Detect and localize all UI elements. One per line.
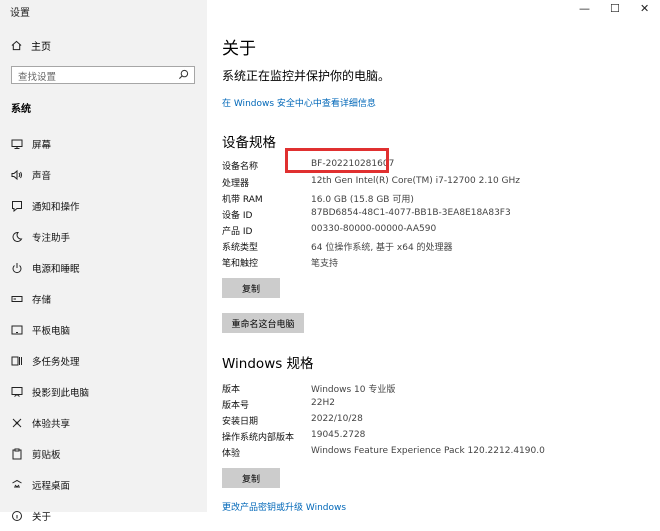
spec-row-experience: 体验 Windows Feature Experience Pack 120.2… (222, 446, 642, 460)
sidebar-item-label: 剪贴板 (32, 449, 61, 461)
sidebar-item-display[interactable]: 屏幕 (0, 128, 207, 159)
red-highlight-box (285, 148, 389, 173)
sidebar-item-label: 投影到此电脑 (32, 387, 90, 399)
spec-row-edition: 版本 Windows 10 专业版 (222, 382, 642, 396)
sidebar-item-label: 平板电脑 (32, 325, 71, 337)
sidebar-item-sound[interactable]: 声音 (0, 159, 207, 190)
share-icon (11, 417, 23, 429)
clipboard-icon (11, 448, 23, 460)
sidebar-item-shared-experiences[interactable]: 体验共享 (0, 407, 207, 438)
home-nav-item[interactable]: 主页 (11, 38, 51, 53)
search-placeholder: 查找设置 (18, 72, 57, 83)
maximize-button[interactable]: ☐ (610, 2, 620, 15)
device-specs-heading: 设备规格 (222, 135, 276, 151)
minimize-button[interactable]: — (579, 2, 590, 15)
copy-windows-specs-button[interactable]: 复制 (222, 468, 280, 488)
spec-row-pen-touch: 笔和触控 笔支持 (222, 256, 642, 270)
sidebar-item-about[interactable]: 关于 (0, 500, 207, 531)
storage-icon (11, 293, 23, 305)
page-title: 关于 (222, 39, 256, 59)
spec-value: 64 位操作系统, 基于 x64 的处理器 (311, 243, 453, 253)
spec-value: 16.0 GB (15.8 GB 可用) (311, 195, 414, 205)
moon-icon (11, 231, 23, 243)
remote-desktop-icon (11, 479, 23, 491)
section-label-system: 系统 (11, 104, 31, 115)
search-input[interactable]: 查找设置 (11, 66, 195, 84)
spec-key: 安装日期 (222, 417, 259, 427)
spec-row-version: 版本号 22H2 (222, 398, 642, 412)
sidebar-item-label: 体验共享 (32, 418, 71, 430)
spec-value: 00330-80000-00000-AA590 (311, 224, 437, 234)
spec-key: 体验 (222, 449, 241, 459)
sidebar: 设置 主页 查找设置 系统 屏幕 声音 通知和操作 专注助手 电源和睡眠 存储 … (0, 0, 207, 523)
spec-key: 系统类型 (222, 243, 259, 253)
spec-key: 版本 (222, 385, 241, 395)
spec-row-product-id: 产品 ID 00330-80000-00000-AA590 (222, 224, 642, 238)
spec-key: 处理器 (222, 179, 250, 189)
sidebar-item-project[interactable]: 投影到此电脑 (0, 376, 207, 407)
home-label: 主页 (31, 42, 51, 53)
spec-row-processor: 处理器 12th Gen Intel(R) Core(TM) i7-12700 … (222, 176, 642, 190)
protection-status-text: 系统正在监控并保护你的电脑。 (222, 69, 391, 83)
sidebar-item-label: 屏幕 (32, 139, 52, 151)
spec-row-ram: 机带 RAM 16.0 GB (15.8 GB 可用) (222, 192, 642, 206)
sidebar-item-remote-desktop[interactable]: 远程桌面 (0, 469, 207, 500)
rename-pc-button[interactable]: 重命名这台电脑 (222, 313, 304, 333)
sidebar-item-multitasking[interactable]: 多任务处理 (0, 345, 207, 376)
sidebar-item-power-sleep[interactable]: 电源和睡眠 (0, 252, 207, 283)
sidebar-item-label: 电源和睡眠 (32, 263, 80, 275)
spec-row-system-type: 系统类型 64 位操作系统, 基于 x64 的处理器 (222, 240, 642, 254)
monitor-icon (11, 138, 23, 150)
spec-key: 版本号 (222, 401, 250, 411)
copy-device-specs-button[interactable]: 复制 (222, 278, 280, 298)
speaker-icon (11, 169, 23, 181)
sidebar-item-label: 声音 (32, 170, 52, 182)
sidebar-item-label: 远程桌面 (32, 480, 71, 492)
project-icon (11, 386, 23, 398)
sidebar-item-clipboard[interactable]: 剪贴板 (0, 438, 207, 469)
spec-row-os-build: 操作系统内部版本 19045.2728 (222, 430, 642, 444)
spec-value: 87BD6854-48C1-4077-BB1B-3EA8E18A83F3 (311, 208, 511, 218)
sidebar-item-label: 专注助手 (32, 232, 71, 244)
spec-value: 笔支持 (311, 259, 339, 269)
spec-value: Windows Feature Experience Pack 120.2212… (311, 446, 545, 456)
main-panel: — ☐ ✕ 关于 系统正在监控并保护你的电脑。 在 Windows 安全中心中查… (207, 0, 660, 513)
spec-value: 19045.2728 (311, 430, 366, 440)
sidebar-item-label: 通知和操作 (32, 201, 80, 213)
sidebar-item-label: 存储 (32, 294, 52, 306)
spec-value: 22H2 (311, 398, 335, 408)
change-product-key-link[interactable]: 更改产品密钥或升级 Windows (222, 500, 346, 513)
security-center-link[interactable]: 在 Windows 安全中心中查看详细信息 (222, 96, 376, 109)
spec-key: 笔和触控 (222, 259, 259, 269)
sidebar-item-storage[interactable]: 存储 (0, 283, 207, 314)
sidebar-item-tablet[interactable]: 平板电脑 (0, 314, 207, 345)
sidebar-item-notifications[interactable]: 通知和操作 (0, 190, 207, 221)
spec-value: 2022/10/28 (311, 414, 363, 424)
window-title: 设置 (10, 8, 30, 19)
sidebar-item-label: 关于 (32, 511, 52, 523)
spec-value: Windows 10 专业版 (311, 385, 396, 395)
home-icon (11, 40, 22, 51)
spec-key: 设备 ID (222, 211, 253, 221)
power-icon (11, 262, 23, 274)
spec-key: 操作系统内部版本 (222, 433, 295, 443)
sidebar-item-label: 多任务处理 (32, 356, 80, 368)
spec-value: 12th Gen Intel(R) Core(TM) i7-12700 2.10… (311, 176, 520, 186)
spec-key: 机带 RAM (222, 195, 263, 205)
close-button[interactable]: ✕ (640, 2, 649, 15)
notification-icon (11, 200, 23, 212)
search-icon (178, 69, 189, 80)
windows-specs-heading: Windows 规格 (222, 356, 314, 372)
spec-key: 产品 ID (222, 227, 253, 237)
sidebar-item-focus-assist[interactable]: 专注助手 (0, 221, 207, 252)
info-icon (11, 510, 23, 522)
spec-row-install-date: 安装日期 2022/10/28 (222, 414, 642, 428)
tablet-icon (11, 324, 23, 336)
multitask-icon (11, 355, 23, 367)
sidebar-nav: 屏幕 声音 通知和操作 专注助手 电源和睡眠 存储 平板电脑 多任务处理 投影到… (0, 128, 207, 531)
spec-key: 设备名称 (222, 162, 259, 172)
spec-row-device-id: 设备 ID 87BD6854-48C1-4077-BB1B-3EA8E18A83… (222, 208, 642, 222)
